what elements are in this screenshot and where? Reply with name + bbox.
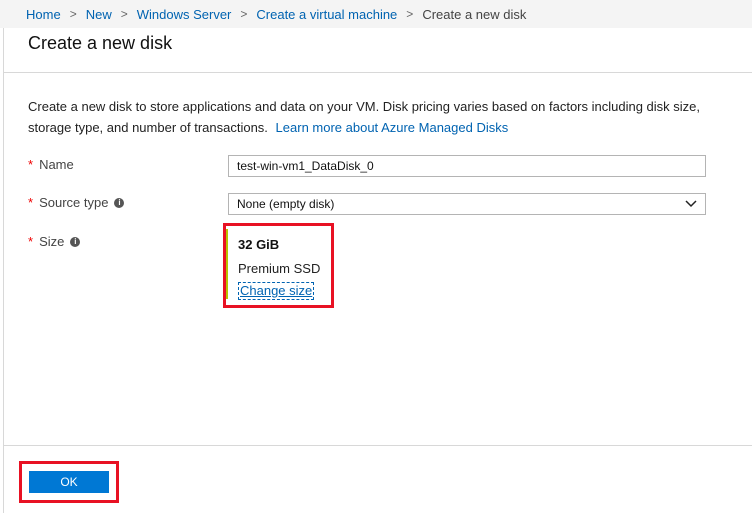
required-marker: *: [28, 234, 34, 249]
breadcrumb-windows-server[interactable]: Windows Server: [137, 7, 232, 22]
name-label: * Name: [28, 157, 74, 172]
blade-footer: [4, 445, 752, 446]
chevron-right-icon: >: [120, 7, 128, 21]
chevron-down-icon: [685, 200, 697, 208]
chevron-right-icon: >: [406, 7, 414, 21]
size-highlight-box: [223, 223, 334, 308]
size-label-text: Size: [39, 234, 65, 249]
required-marker: *: [28, 195, 34, 210]
chevron-right-icon: >: [69, 7, 77, 21]
name-input[interactable]: [228, 155, 706, 177]
source-type-label: * Source type i: [28, 195, 125, 210]
create-disk-blade: Create a new disk Create a new disk to s…: [3, 28, 752, 513]
breadcrumb-home[interactable]: Home: [26, 7, 61, 22]
size-label: * Size i: [28, 234, 81, 249]
name-label-text: Name: [39, 157, 74, 172]
page-title: Create a new disk: [28, 33, 173, 53]
blade-header: Create a new disk: [4, 28, 752, 73]
required-marker: *: [28, 157, 34, 172]
source-type-label-text: Source type: [39, 195, 109, 210]
breadcrumb-current: Create a new disk: [422, 6, 527, 22]
breadcrumb-new[interactable]: New: [86, 7, 112, 22]
ok-button[interactable]: OK: [29, 471, 109, 493]
chevron-right-icon: >: [240, 7, 248, 21]
breadcrumb: Home > New > Windows Server > Create a v…: [0, 0, 752, 28]
description: Create a new disk to store applications …: [28, 96, 718, 138]
breadcrumb-create-vm[interactable]: Create a virtual machine: [256, 7, 397, 22]
source-type-value: None (empty disk): [237, 197, 335, 211]
learn-more-link[interactable]: Learn more about Azure Managed Disks: [276, 120, 509, 135]
source-type-select[interactable]: None (empty disk): [228, 193, 706, 215]
info-icon[interactable]: i: [70, 236, 81, 247]
info-icon[interactable]: i: [114, 197, 125, 208]
